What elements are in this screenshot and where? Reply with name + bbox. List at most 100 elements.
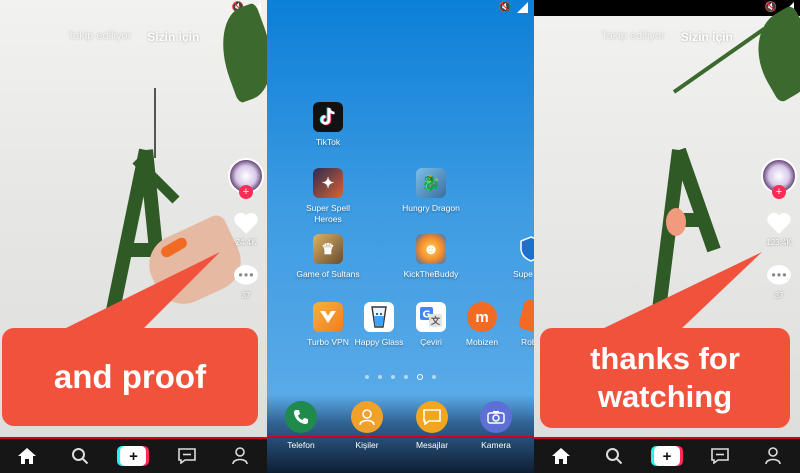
nav-home[interactable] [548,445,574,467]
app-label: Supe [513,269,533,279]
profile-icon [765,447,782,465]
search-icon [605,448,622,465]
home-icon [17,448,36,464]
heart-icon [234,212,258,234]
page-dot [432,375,436,379]
app-label: Rob [521,337,534,347]
tiktok-video-right: 🔇 Takip ediliyor Sizin için + 123.4K 37 … [534,0,800,473]
comment-count: 37 [774,291,784,300]
tab-following[interactable]: Takip ediliyor [68,30,132,44]
status-bar: 🔇 [534,0,800,16]
messages-icon [416,401,448,433]
page-indicator[interactable] [267,374,534,380]
nav-create[interactable]: + [120,445,147,467]
feed-tabs: Takip ediliyor Sizin için [0,30,267,44]
side-actions: + 24.4K 37 [228,158,264,300]
nav-home[interactable] [14,445,40,467]
app-rob[interactable]: Rob [507,298,534,348]
nav-discover[interactable] [67,445,93,467]
like-count: 123.4K [766,238,792,247]
svg-text:文: 文 [430,315,441,327]
app-label: TikTok [315,137,341,147]
tiktok-icon [313,102,343,132]
plus-icon: + [120,446,147,466]
mute-icon: 🔇 [498,2,511,13]
follow-button[interactable]: + [772,185,786,199]
page-dot-active [417,374,423,380]
happy-glass-icon [364,302,394,332]
kick-the-buddy-icon: ☻ [416,234,446,264]
dock-app-mesajlar[interactable]: Mesajlar [402,401,462,450]
status-bar: 🔇 [0,0,267,16]
page-dot [404,375,408,379]
follow-button[interactable]: + [239,185,253,199]
hungry-dragon-icon: 🐉 [416,168,446,198]
like-button[interactable] [232,210,260,236]
plus-icon: + [653,446,680,466]
phone-icon [285,401,317,433]
status-bar: 🔇 [267,0,534,16]
dock-app-kisiler[interactable]: Kişiler [337,401,397,450]
camera-icon [480,401,512,433]
creator-avatar[interactable]: + [761,158,797,199]
dock-app-telefon[interactable]: Telefon [271,401,331,450]
app-label: Super Spell Heroes [306,203,350,224]
home-icon [551,448,570,464]
nav-inbox[interactable] [174,445,200,467]
caption-text-line2: watching [597,379,733,414]
nav-inbox[interactable] [707,445,733,467]
tab-for-you[interactable]: Sizin için [681,30,733,44]
comment-button[interactable] [232,263,260,289]
caption-banner: and proof [2,252,258,426]
caption-banner: thanks for watching [540,252,790,428]
app-supe[interactable]: Supe [499,234,534,280]
signal-icon [517,2,528,13]
tab-for-you[interactable]: Sizin için [147,30,199,44]
creator-avatar[interactable]: + [228,158,264,199]
dock-label: Telefon [287,440,315,450]
nav-create[interactable]: + [653,445,680,467]
roblox-icon [517,298,534,336]
embroidered-leaf [208,2,267,104]
dock-app-kamera[interactable]: Kamera [466,401,526,450]
page-dot [378,375,382,379]
comment-count: 37 [241,291,251,300]
app-hungry-dragon[interactable]: 🐉 Hungry Dragon [399,168,463,214]
inbox-icon [711,448,729,464]
feed-tabs: Takip ediliyor Sizin için [534,30,800,44]
embroidered-leaf [740,4,800,104]
caption-pointer [600,252,762,330]
app-label: KickTheBuddy [403,269,459,279]
mute-icon: 🔇 [764,2,777,13]
tab-following[interactable]: Takip ediliyor [601,30,665,44]
nav-discover[interactable] [601,445,627,467]
app-super-spell-heroes[interactable]: ✦ Super Spell Heroes [296,168,360,225]
bottom-nav: + [534,437,800,473]
game-of-sultans-icon: ♛ [313,234,343,264]
page-dot [391,375,395,379]
dock: Telefon Kişiler Mesajlar Kamera [267,395,534,473]
dock-label: Kamera [481,440,511,450]
comment-icon [234,265,258,285]
inbox-icon [178,448,196,464]
caption-text: and proof [53,358,207,395]
android-home-screen: 🔇 TikTok ✦ Super Spell Heroes 🐉 Hungry D… [267,0,534,473]
dock-label: Kişiler [355,440,379,450]
profile-icon [232,447,249,465]
app-kick-the-buddy[interactable]: ☻ KickTheBuddy [399,234,463,280]
app-tiktok[interactable]: TikTok [296,102,360,148]
caption-pointer [62,252,220,330]
contacts-icon [351,401,383,433]
heart-icon [767,212,791,234]
dock-label: Mesajlar [415,440,449,450]
app-game-of-sultans[interactable]: ♛ Game of Sultans [296,234,360,280]
like-button[interactable] [765,210,793,236]
nav-profile[interactable] [227,445,253,467]
caption-text-line1: thanks for [590,341,740,376]
app-mobizen[interactable]: m Mobizen [450,302,514,348]
app-label: Hungry Dragon [402,203,460,213]
recording-line [267,436,534,438]
like-count: 24.4K [235,238,257,247]
nav-profile[interactable] [760,445,786,467]
app-label: Mobizen [465,337,499,347]
